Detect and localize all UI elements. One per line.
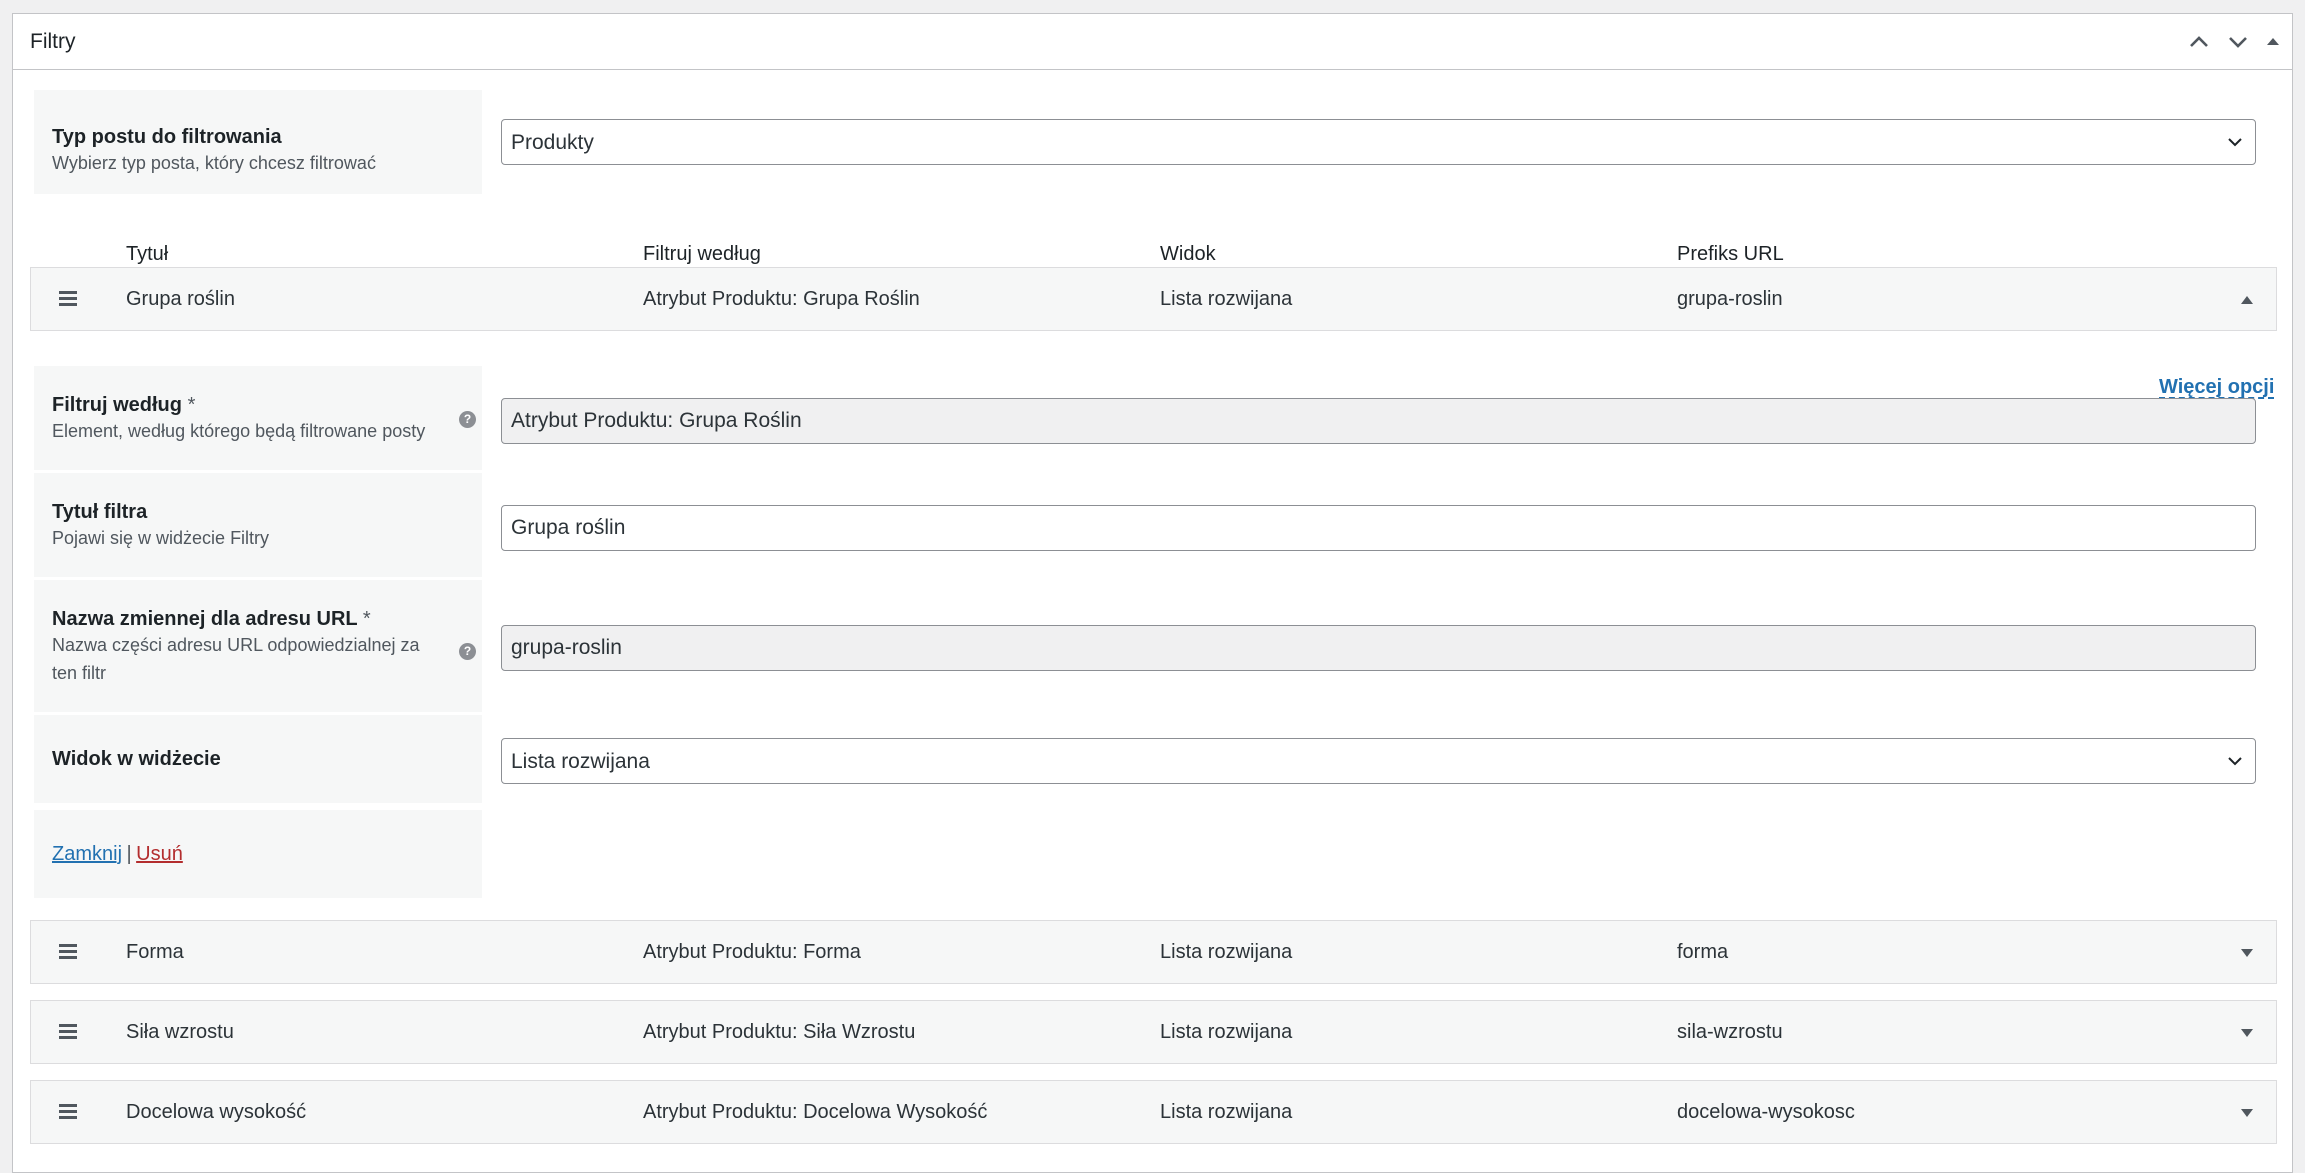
filter-row-view: Lista rozwijana <box>1160 1021 1293 1043</box>
filter-row-title: Siła wzrostu <box>126 1021 234 1043</box>
url-var-label: Nazwa zmiennej dla adresu URL * <box>52 608 371 630</box>
chevron-down-icon <box>2229 37 2247 48</box>
widget-view-select[interactable]: Lista rozwijana <box>501 738 2256 784</box>
widget-view-label: Widok w widżecie <box>52 748 221 770</box>
triangle-down-icon[interactable] <box>2240 1027 2254 1039</box>
filter-title-label: Tytuł filtra <box>52 501 148 523</box>
column-view: Widok <box>1160 243 1216 265</box>
filter-row-title: Docelowa wysokość <box>126 1101 307 1123</box>
filter-row-url-prefix: sila-wzrostu <box>1677 1021 1783 1043</box>
filter-by-field[interactable] <box>501 398 2256 444</box>
triangle-up-icon <box>2267 38 2279 45</box>
filter-row-title: Grupa roślin <box>126 288 235 310</box>
triangle-up-icon[interactable] <box>2240 294 2254 306</box>
more-options-link[interactable]: Więcej opcji <box>2159 376 2274 399</box>
filter-row[interactable]: Docelowa wysokość Atrybut Produktu: Doce… <box>30 1080 2277 1144</box>
post-type-select-value: Produkty <box>511 131 594 154</box>
question-mark-icon[interactable]: ? <box>459 643 476 660</box>
close-link[interactable]: Zamknij <box>52 843 122 865</box>
filter-row-filter-by: Atrybut Produktu: Docelowa Wysokość <box>643 1101 988 1123</box>
post-type-description: Wybierz typ posta, który chcesz filtrowa… <box>52 153 376 173</box>
toggle-panel-button[interactable] <box>2257 26 2289 58</box>
column-url-prefix: Prefiks URL <box>1677 243 1784 265</box>
row-actions: Zamknij | Usuń <box>52 842 464 868</box>
filter-title-description: Pojawi się w widżecie Filtry <box>52 528 270 548</box>
filter-by-label: Filtruj według * <box>52 394 196 416</box>
filter-row-view: Lista rozwijana <box>1160 1101 1293 1123</box>
filter-title-label-cell: Tytuł filtra Pojawi się w widżecie Filtr… <box>34 473 482 577</box>
filter-row[interactable]: Grupa roślin Atrybut Produktu: Grupa Roś… <box>30 267 2277 331</box>
filter-row-view: Lista rozwijana <box>1160 288 1293 310</box>
url-var-label-cell: Nazwa zmiennej dla adresu URL * Nazwa cz… <box>34 580 482 712</box>
move-down-button[interactable] <box>2222 26 2254 58</box>
chevron-down-icon <box>2228 757 2242 766</box>
filter-title-input[interactable] <box>501 505 2256 551</box>
filter-row-url-prefix: docelowa-wysokosc <box>1677 1101 1855 1123</box>
triangle-down-icon[interactable] <box>2240 1107 2254 1119</box>
column-title: Tytuł <box>126 243 169 265</box>
panel-title: Filtry <box>30 30 76 53</box>
move-up-button[interactable] <box>2183 26 2215 58</box>
delete-link[interactable]: Usuń <box>136 843 183 865</box>
panel-header: Filtry <box>13 14 2292 70</box>
drag-handle-icon[interactable] <box>59 944 77 962</box>
widget-view-select-value: Lista rozwijana <box>511 750 650 773</box>
drag-handle-icon[interactable] <box>59 1024 77 1042</box>
filter-by-label-cell: Filtruj według * Element, według którego… <box>34 366 482 470</box>
filter-row[interactable]: Siła wzrostu Atrybut Produktu: Siła Wzro… <box>30 1000 2277 1064</box>
actions-separator: | <box>126 843 132 865</box>
triangle-down-icon[interactable] <box>2240 947 2254 959</box>
filter-row-filter-by: Atrybut Produktu: Siła Wzrostu <box>643 1021 916 1043</box>
filter-row-url-prefix: grupa-roslin <box>1677 288 1783 310</box>
filter-row-view: Lista rozwijana <box>1160 941 1293 963</box>
filter-row-title: Forma <box>126 941 184 963</box>
url-var-description: Nazwa części adresu URL odpowiedzialnej … <box>52 635 420 683</box>
chevron-up-icon <box>2190 36 2208 47</box>
post-type-label-cell: Typ postu do filtrowania Wybierz typ pos… <box>34 90 482 194</box>
filter-row[interactable]: Forma Atrybut Produktu: Forma Lista rozw… <box>30 920 2277 984</box>
column-filter-by: Filtruj według <box>643 243 761 265</box>
filters-panel: Filtry Typ postu do filtrowania Wybierz … <box>12 13 2293 1173</box>
filter-row-filter-by: Atrybut Produktu: Forma <box>643 941 861 963</box>
actions-cell: Zamknij | Usuń <box>34 810 482 898</box>
filter-by-description: Element, według którego będą filtrowane … <box>52 421 426 441</box>
chevron-down-icon <box>2228 138 2242 147</box>
filter-row-url-prefix: forma <box>1677 941 1729 963</box>
filter-row-filter-by: Atrybut Produktu: Grupa Roślin <box>643 288 920 310</box>
url-var-field[interactable] <box>501 625 2256 671</box>
question-mark-icon[interactable]: ? <box>459 411 476 428</box>
post-type-select[interactable]: Produkty <box>501 119 2256 165</box>
post-type-label: Typ postu do filtrowania <box>52 126 282 148</box>
drag-handle-icon[interactable] <box>59 1104 77 1122</box>
widget-view-label-cell: Widok w widżecie <box>34 715 482 803</box>
drag-handle-icon[interactable] <box>59 291 77 309</box>
